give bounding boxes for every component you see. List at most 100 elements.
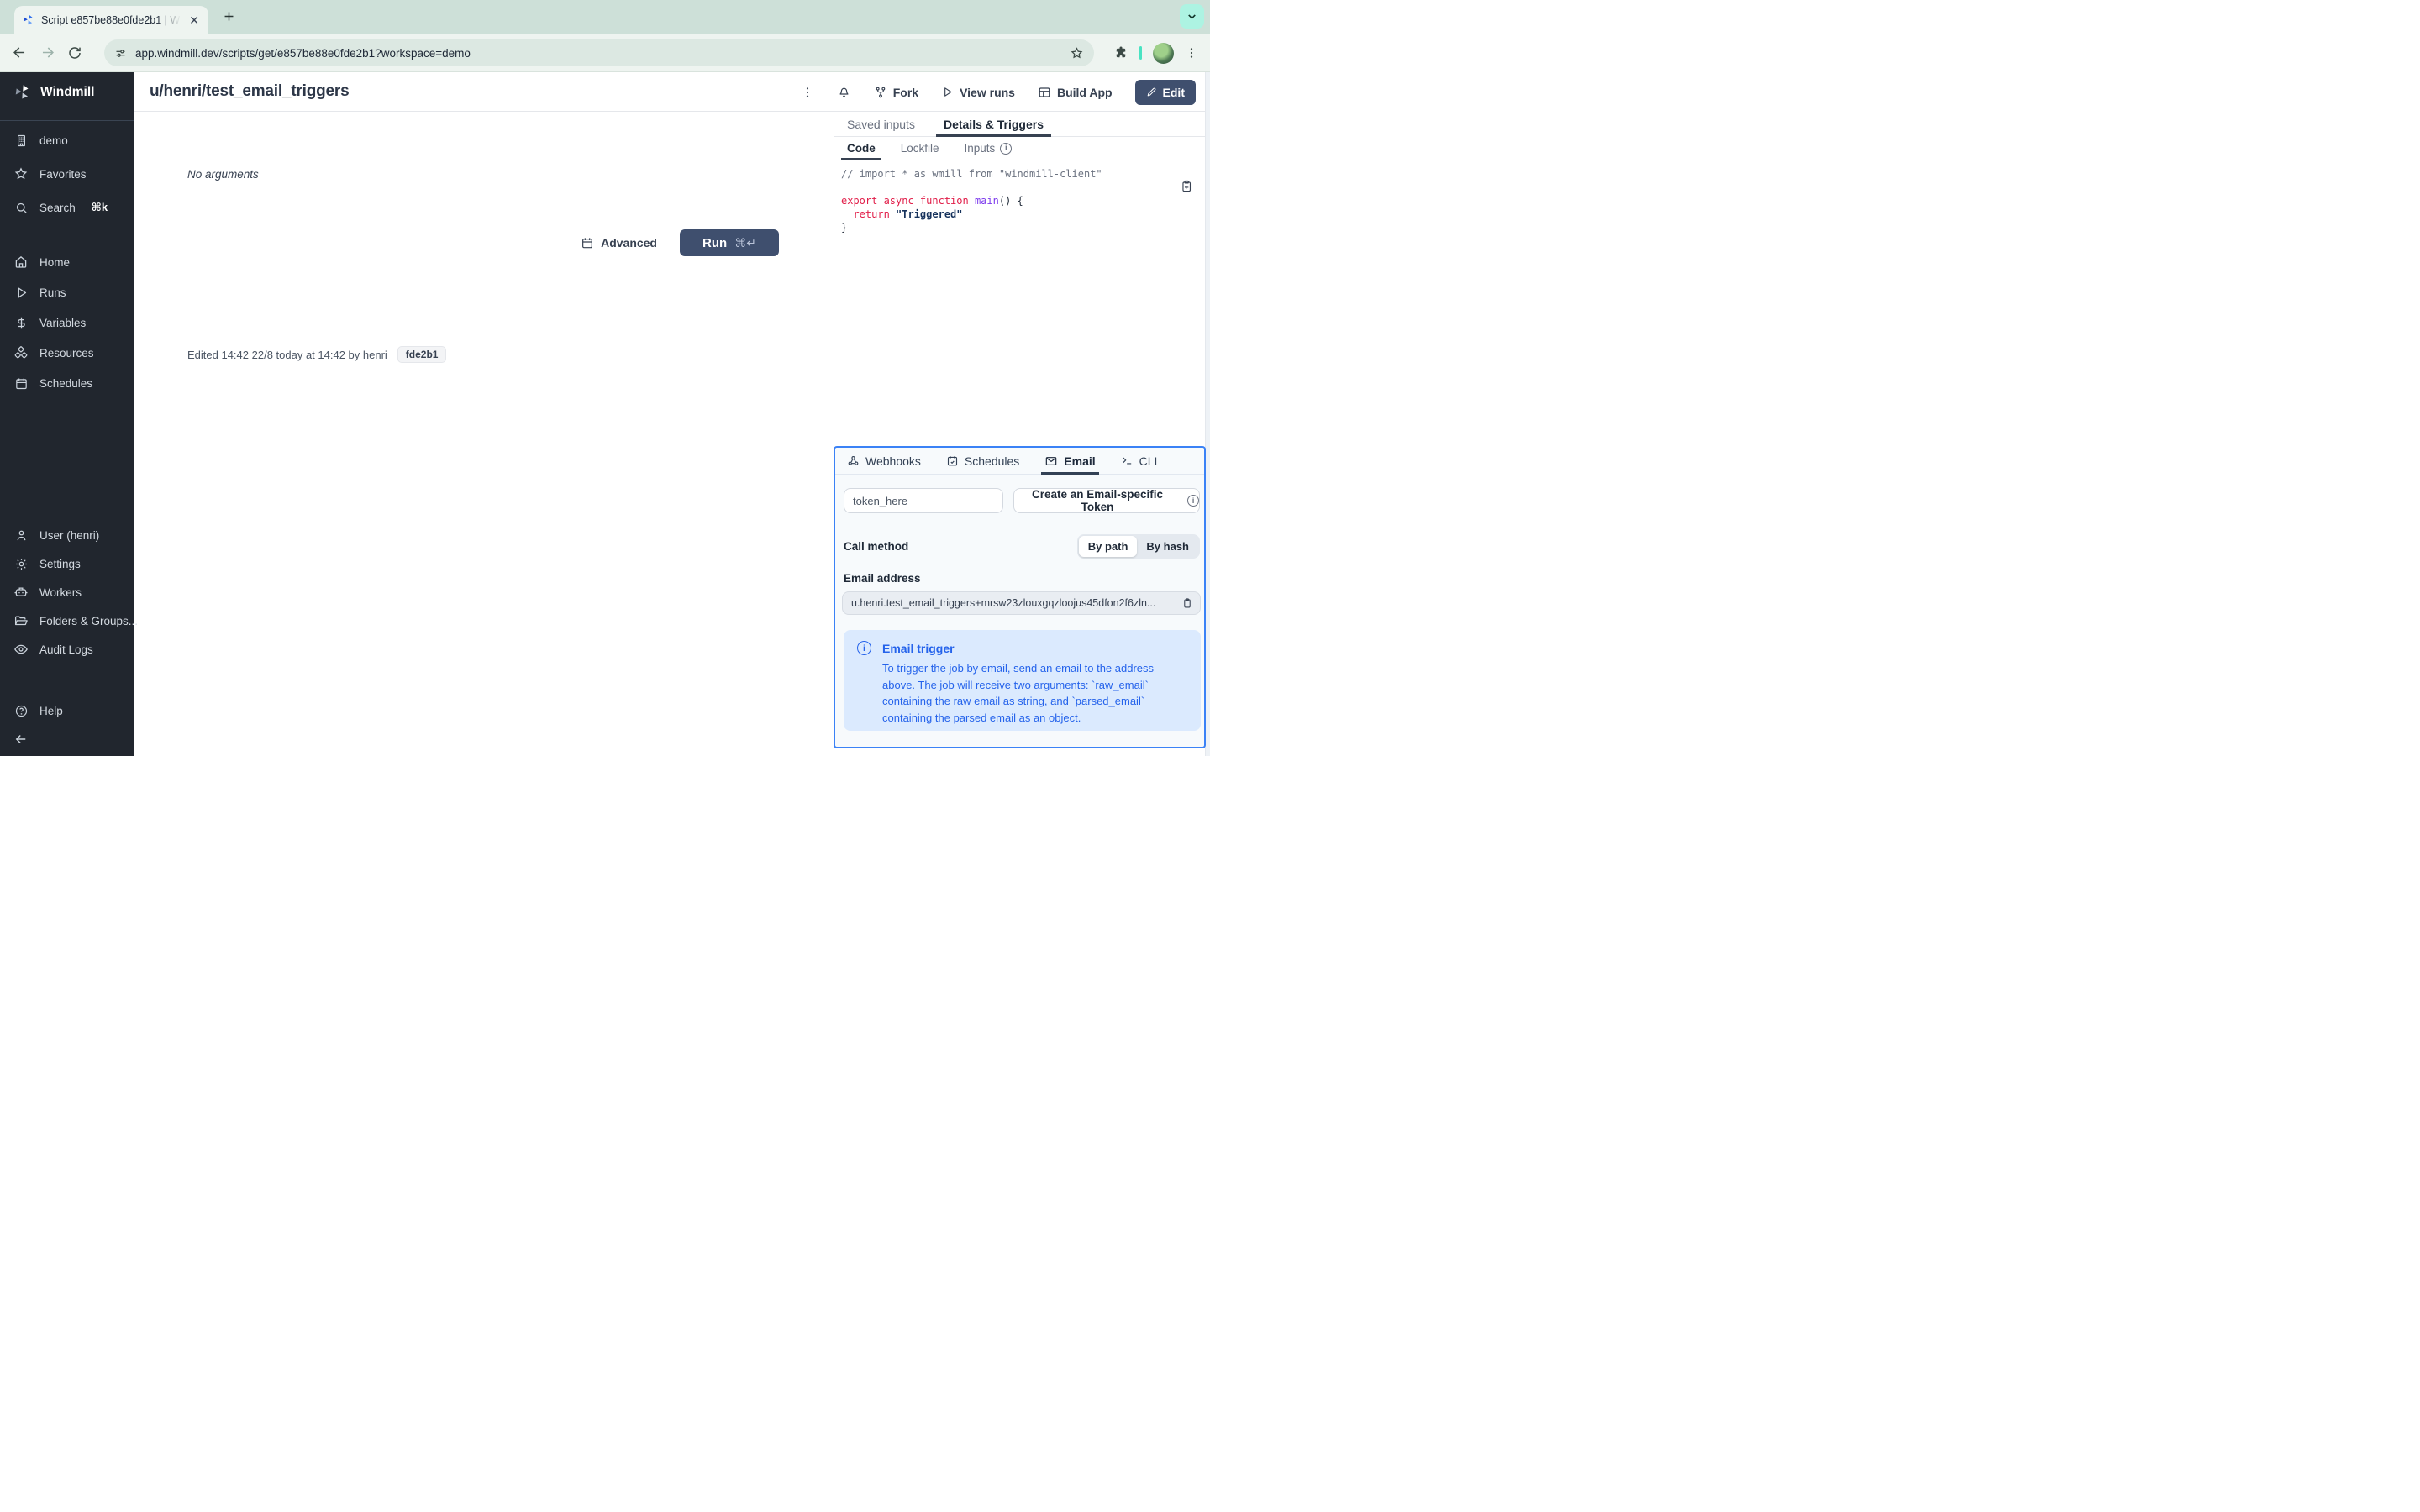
advanced-button[interactable]: Advanced <box>581 236 657 249</box>
trigger-tab-label: Email <box>1064 454 1096 468</box>
bookmark-star-icon[interactable] <box>1070 46 1084 60</box>
windmill-favicon-icon <box>22 13 34 26</box>
call-method-row: Call method By path By hash <box>844 534 1200 559</box>
tab-saved-inputs[interactable]: Saved inputs <box>847 112 915 137</box>
sidebar-item-resources[interactable]: Resources <box>13 343 94 363</box>
info-box-title: Email trigger <box>882 641 955 655</box>
tab-close-icon[interactable]: ✕ <box>187 13 201 28</box>
gear-icon <box>13 557 29 571</box>
trigger-tab-label: CLI <box>1139 454 1158 468</box>
subtab-lockfile[interactable]: Lockfile <box>901 137 939 160</box>
sidebar-item-workers[interactable]: Workers <box>13 582 82 602</box>
sidebar-item-label: Favorites <box>39 167 87 181</box>
browser-menu-kebab-icon[interactable] <box>1185 46 1198 60</box>
sidebar-item-schedules[interactable]: Schedules <box>13 373 92 393</box>
call-method-label: Call method <box>844 540 909 553</box>
browser-tabstrip: Script e857be88e0fde2b1 | W ✕ <box>0 0 1210 34</box>
panel-tabs: Saved inputs Details & Triggers <box>834 112 1205 137</box>
tab-title: Script e857be88e0fde2b1 | W <box>41 13 181 26</box>
token-input[interactable] <box>844 488 1003 513</box>
by-hash-option[interactable]: By hash <box>1137 536 1198 557</box>
user-icon <box>13 528 29 543</box>
sidebar-item-label: demo <box>39 134 68 147</box>
fork-label: Fork <box>892 85 919 99</box>
trigger-tab-email[interactable]: Email <box>1041 448 1100 475</box>
windmill-brand[interactable]: Windmill <box>13 83 94 101</box>
sidebar-item-help[interactable]: Help <box>13 701 63 721</box>
sidebar-item-settings[interactable]: Settings <box>13 554 81 574</box>
copy-code-icon[interactable] <box>1179 179 1193 193</box>
url-text[interactable]: app.windmill.dev/scripts/get/e857be88e0f… <box>135 47 1061 60</box>
trigger-tab-webhooks[interactable]: Webhooks <box>847 448 921 475</box>
new-tab-button[interactable] <box>222 9 236 24</box>
call-method-toggle: By path By hash <box>1076 534 1200 559</box>
view-runs-button[interactable]: View runs <box>941 86 1015 99</box>
trigger-tab-cli[interactable]: CLI <box>1121 448 1158 475</box>
webhook-icon <box>847 454 860 467</box>
subtab-inputs[interactable]: Inputs i <box>965 137 1013 160</box>
info-icon: i <box>857 641 871 655</box>
sidebar-item-variables[interactable]: Variables <box>13 312 86 333</box>
tab-search-button[interactable] <box>1180 4 1204 29</box>
app: Windmill demo Favorites Search ⌘k Home R… <box>0 72 1210 756</box>
by-path-option[interactable]: By path <box>1078 536 1138 557</box>
edit-label: Edit <box>1162 85 1185 99</box>
fork-button[interactable]: Fork <box>874 86 918 99</box>
calendar-icon <box>581 236 594 249</box>
run-label: Run <box>702 235 728 250</box>
edit-button[interactable]: Edit <box>1134 79 1196 105</box>
version-badge[interactable]: fde2b1 <box>397 346 447 363</box>
trigger-tab-schedules[interactable]: Schedules <box>946 448 1019 475</box>
sidebar-item-label: Settings <box>39 557 81 570</box>
code-keyword: export async function <box>841 195 975 207</box>
sidebar: Windmill demo Favorites Search ⌘k Home R… <box>0 72 138 756</box>
terminal-icon <box>1121 454 1134 467</box>
subtab-code[interactable]: Code <box>841 137 881 160</box>
code-keyword: return <box>853 208 897 220</box>
run-button[interactable]: Run ⌘↵ <box>680 229 779 256</box>
more-options-kebab-icon[interactable] <box>801 86 814 99</box>
sidebar-item-folders-groups[interactable]: Folders & Groups... <box>13 611 138 631</box>
create-token-label: Create an Email-specific Token <box>1031 488 1164 513</box>
sidebar-item-label: Help <box>39 704 63 717</box>
tab-details-triggers[interactable]: Details & Triggers <box>935 112 1052 137</box>
sidebar-item-audit-logs[interactable]: Audit Logs <box>13 639 93 659</box>
sidebar-item-label: Folders & Groups... <box>39 614 139 627</box>
sidebar-item-user[interactable]: User (henri) <box>13 525 99 545</box>
notifications-bell-icon[interactable] <box>837 85 851 99</box>
triggers-panel: Webhooks Schedules Email CLI token_here … <box>834 446 1206 748</box>
code-string: "Triggered" <box>896 208 963 220</box>
avatar[interactable] <box>1153 42 1174 64</box>
sidebar-collapse-button[interactable] <box>13 729 29 749</box>
toolbar-right <box>1113 34 1210 72</box>
sidebar-item-home[interactable]: Home <box>13 252 70 272</box>
sidebar-item-label: Workers <box>39 585 82 599</box>
calendar-check-icon <box>946 454 959 467</box>
calendar-icon <box>13 376 29 391</box>
build-app-button[interactable]: Build App <box>1038 86 1113 99</box>
browser-tab[interactable]: Script e857be88e0fde2b1 | W ✕ <box>14 6 208 34</box>
sidebar-item-workspace-demo[interactable]: demo <box>13 130 68 150</box>
profile-accent-bar <box>1139 46 1142 60</box>
run-row: Advanced Run ⌘↵ <box>134 229 834 256</box>
play-outline-icon <box>941 86 954 98</box>
sidebar-item-label: Schedules <box>39 376 93 390</box>
folder-open-icon <box>13 613 29 628</box>
sidebar-item-label: User (henri) <box>39 528 100 542</box>
app-grid-icon <box>1038 86 1051 99</box>
sidebar-item-runs[interactable]: Runs <box>13 282 66 302</box>
site-settings-icon[interactable] <box>114 47 127 60</box>
info-icon: i <box>1000 142 1013 155</box>
forward-icon[interactable] <box>39 45 55 60</box>
url-bar[interactable]: app.windmill.dev/scripts/get/e857be88e0f… <box>104 39 1094 66</box>
back-icon[interactable] <box>12 45 28 60</box>
extensions-puzzle-icon[interactable] <box>1113 45 1128 60</box>
reload-icon[interactable] <box>67 45 82 60</box>
create-email-token-button[interactable]: Create an Email-specific Token i <box>1013 488 1200 513</box>
sidebar-item-favorites[interactable]: Favorites <box>13 164 87 184</box>
build-app-label: Build App <box>1056 85 1113 99</box>
email-address-field[interactable]: u.henri.test_email_triggers+mrsw23zlouxg… <box>842 591 1201 615</box>
sidebar-item-search[interactable]: Search ⌘k <box>13 197 108 218</box>
copy-email-icon[interactable] <box>1181 597 1193 609</box>
